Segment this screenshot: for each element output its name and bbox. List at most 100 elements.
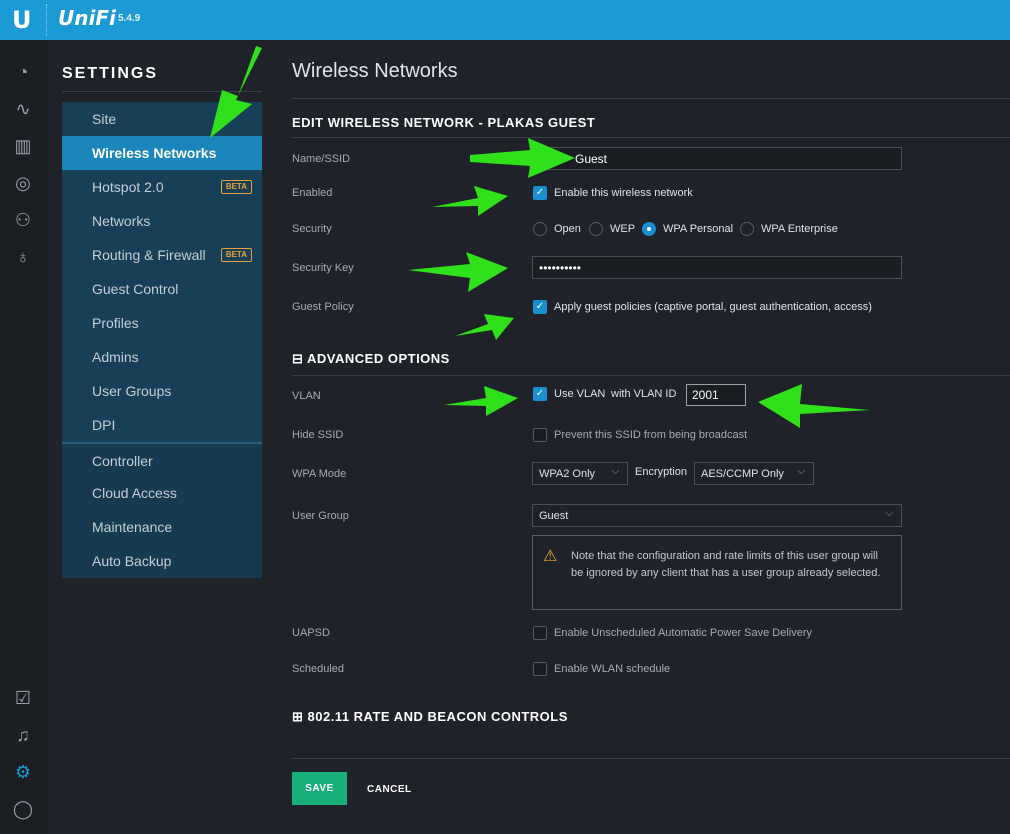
radio-wep[interactable]: [589, 222, 603, 236]
hide-ssid-label: Hide SSID: [292, 429, 344, 441]
radio-open[interactable]: [533, 222, 547, 236]
divider: [292, 137, 1010, 138]
chevron-down-icon: ⌵: [797, 466, 805, 477]
uapsd-text: Enable Unscheduled Automatic Power Save …: [554, 627, 813, 639]
vlan-text: Use VLAN: [554, 388, 606, 400]
security-key-label: Security Key: [292, 262, 354, 274]
note-text: Note that the configuration and rate lim…: [571, 550, 881, 579]
label: Profiles: [92, 315, 139, 331]
divider: [62, 91, 262, 92]
rate-beacon-toggle[interactable]: ⊞ 802.11 RATE AND BEACON CONTROLS: [292, 709, 568, 725]
wpa-mode-value: WPA2 Only: [539, 468, 596, 480]
uapsd-label: UAPSD: [292, 627, 330, 639]
vlan-id-label: with VLAN ID: [611, 388, 677, 400]
wpa-mode-select[interactable]: WPA2 Only ⌵: [532, 462, 628, 485]
name-label: Name/SSID: [292, 153, 351, 165]
divider: [292, 375, 1010, 376]
encryption-select[interactable]: AES/CCMP Only ⌵: [694, 462, 814, 485]
divider: [292, 758, 1010, 759]
security-key-input[interactable]: ••••••••••: [532, 256, 902, 279]
unifi-brand: UniFi: [58, 6, 116, 30]
vlan-checkbox[interactable]: ✓: [533, 387, 547, 401]
sidebar-item-site[interactable]: Site: [62, 102, 262, 136]
cancel-button[interactable]: CANCEL: [367, 784, 412, 795]
rate-title: 802.11 RATE AND BEACON CONTROLS: [307, 709, 568, 724]
arrow-icon: [444, 386, 518, 416]
beta-badge: BETA: [220, 180, 252, 194]
sidebar-item-user-groups[interactable]: User Groups: [62, 374, 262, 408]
security-label: Security: [292, 223, 332, 235]
tasks-icon[interactable]: ☑: [11, 686, 35, 710]
map-icon[interactable]: ▥: [11, 134, 35, 158]
label: Site: [92, 111, 117, 127]
ubiquiti-logo[interactable]: U: [12, 6, 32, 34]
radio-open-label: Open: [554, 223, 581, 235]
uapsd-checkbox[interactable]: [533, 626, 547, 640]
radio-wpa-enterprise[interactable]: [740, 222, 754, 236]
dashboard-icon[interactable]: ◔: [11, 60, 35, 84]
devices-icon[interactable]: ◎: [11, 171, 35, 195]
enabled-label: Enabled: [292, 187, 333, 199]
expand-icon: ⊞: [292, 709, 308, 724]
sidebar-item-hotspot[interactable]: Hotspot 2.0 BETA: [62, 170, 262, 204]
wpa-mode-label: WPA Mode: [292, 468, 347, 480]
sidebar-item-cloud-access[interactable]: Cloud Access: [62, 476, 262, 510]
scheduled-label: Scheduled: [292, 663, 344, 675]
divider: [292, 98, 1010, 99]
scheduled-text: Enable WLAN schedule: [554, 663, 671, 675]
settings-menu: Site Wireless Networks Hotspot 2.0 BETA N…: [62, 102, 262, 578]
label: Guest Control: [92, 281, 179, 297]
beta-badge: BETA: [220, 248, 252, 262]
sidebar-item-auto-backup[interactable]: Auto Backup: [62, 544, 262, 578]
divider: [46, 4, 47, 36]
user-group-select[interactable]: Guest ⌵: [532, 504, 902, 527]
sidebar-item-guest-control[interactable]: Guest Control: [62, 272, 262, 306]
arrow-icon: [432, 186, 508, 216]
radio-wep-label: WEP: [610, 223, 636, 235]
warning-icon: ⚠: [543, 548, 558, 565]
sidebar-item-controller[interactable]: Controller: [62, 442, 262, 476]
guest-policy-text: Apply guest policies (captive portal, gu…: [554, 301, 872, 313]
save-button[interactable]: SAVE: [292, 772, 347, 805]
radio-wpa-personal[interactable]: [642, 222, 656, 236]
label: Wireless Networks: [92, 145, 217, 161]
label: Routing & Firewall: [92, 247, 206, 263]
enabled-checkbox[interactable]: ✓: [533, 186, 547, 200]
chevron-down-icon: ⌵: [611, 466, 619, 477]
advanced-title: ADVANCED OPTIONS: [307, 351, 450, 366]
sidebar-item-routing-firewall[interactable]: Routing & Firewall BETA: [62, 238, 262, 272]
advanced-options-toggle[interactable]: ⊟ ADVANCED OPTIONS: [292, 351, 450, 367]
clients-icon[interactable]: ⚇: [11, 208, 35, 232]
sidebar-item-wireless-networks[interactable]: Wireless Networks: [62, 136, 262, 170]
arrow-icon: [408, 252, 508, 292]
vlan-id-input[interactable]: 2001: [686, 384, 746, 406]
label: Networks: [92, 213, 151, 229]
ssid-input[interactable]: Guest: [532, 147, 902, 170]
guest-policy-checkbox[interactable]: ✓: [533, 300, 547, 314]
insights-icon[interactable]: ♁: [11, 245, 35, 269]
scheduled-checkbox[interactable]: [533, 662, 547, 676]
chat-icon[interactable]: ◯: [11, 797, 35, 821]
guest-policy-label: Guest Policy: [292, 301, 354, 313]
sidebar-item-profiles[interactable]: Profiles: [62, 306, 262, 340]
collapse-icon: ⊟: [292, 351, 308, 366]
radio-wpa-enterprise-label: WPA Enterprise: [761, 223, 838, 235]
chevron-down-icon: ⌵: [885, 508, 893, 519]
label: Auto Backup: [92, 553, 172, 569]
sidebar-item-networks[interactable]: Networks: [62, 204, 262, 238]
version-label: 5.4.9: [118, 13, 141, 24]
hide-ssid-text: Prevent this SSID from being broadcast: [554, 429, 748, 441]
alerts-icon[interactable]: ♫: [11, 723, 35, 747]
section-title: EDIT WIRELESS NETWORK - PLAKAS GUEST: [292, 115, 596, 130]
hide-ssid-checkbox[interactable]: [533, 428, 547, 442]
arrow-icon: [758, 384, 870, 428]
sidebar-item-dpi[interactable]: DPI: [62, 408, 262, 442]
user-group-note: ⚠ Note that the configuration and rate li…: [532, 535, 902, 610]
statistics-icon[interactable]: ∿: [11, 97, 35, 121]
settings-icon[interactable]: ⚙: [11, 760, 35, 784]
enabled-text: Enable this wireless network: [554, 187, 693, 199]
sidebar-item-maintenance[interactable]: Maintenance: [62, 510, 262, 544]
sidebar-item-admins[interactable]: Admins: [62, 340, 262, 374]
label: Cloud Access: [92, 485, 177, 501]
page-title: Wireless Networks: [292, 60, 458, 82]
